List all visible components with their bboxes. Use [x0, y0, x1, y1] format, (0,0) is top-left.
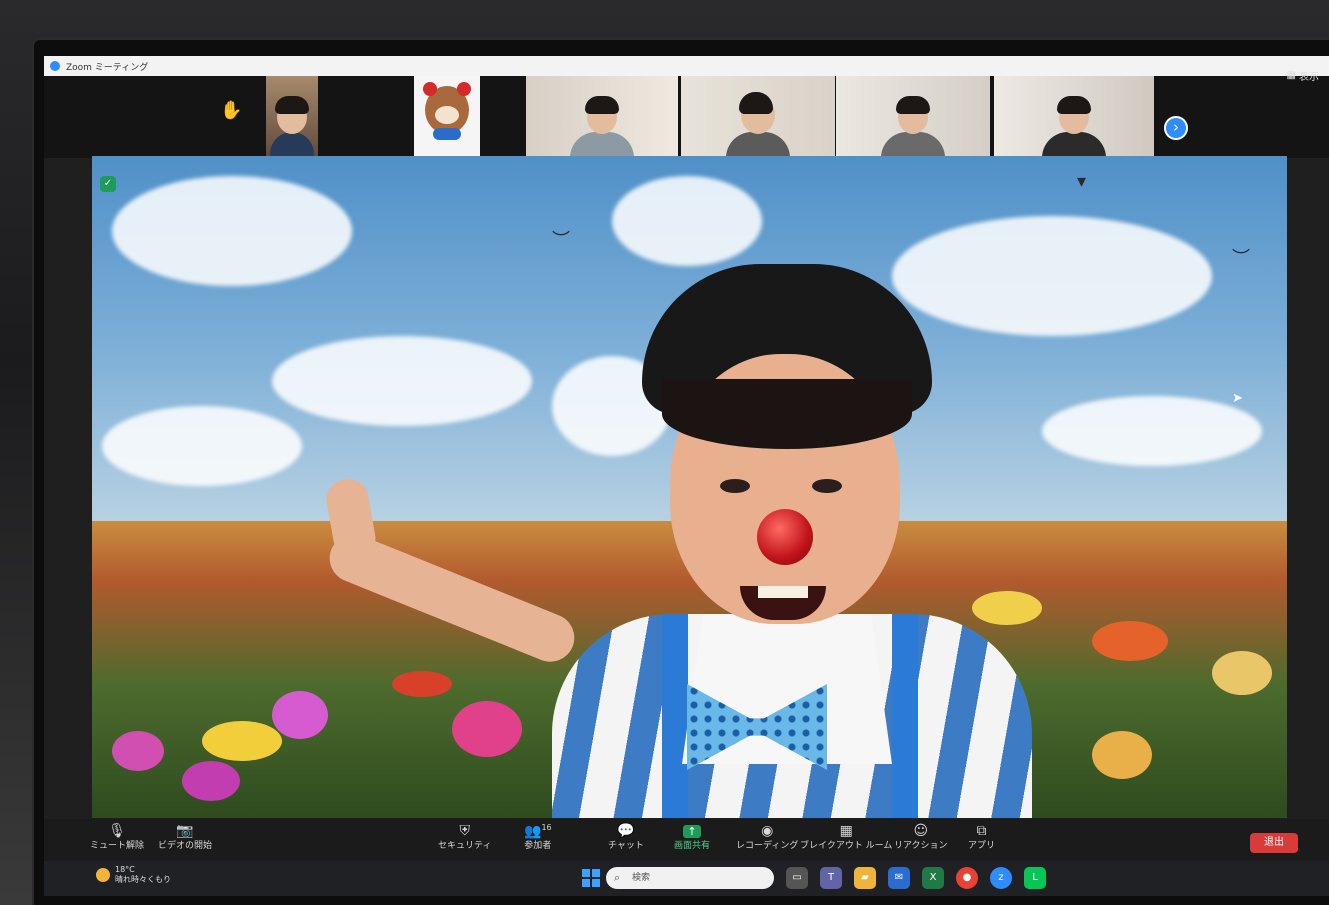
raise-hand-icon: ✋: [220, 100, 243, 121]
search-icon: ⌕: [614, 871, 621, 884]
start-video-button[interactable]: 📷 ビデオの開始: [158, 823, 212, 852]
video-camera-off-icon: 📷: [176, 823, 194, 839]
mute-button[interactable]: 🎙 ミュート解除: [90, 823, 144, 852]
participants-count: 16: [541, 823, 552, 832]
window-title: Zoom ミーティング: [66, 62, 149, 73]
bird-icon: ︶: [552, 230, 570, 251]
participant-video: [1042, 96, 1106, 158]
participant-tile[interactable]: [836, 76, 990, 158]
monitor-screen: Zoom ミーティング ✋ › ▦ 表示 ︶ ︶ ▾ ✓ ➤ 🎙 ミュート解除 …: [44, 56, 1329, 896]
participant-tile[interactable]: [414, 76, 480, 158]
bird-icon: ▾: [1077, 171, 1087, 192]
leave-button[interactable]: 退出: [1250, 833, 1298, 853]
folder-icon[interactable]: ▰: [854, 867, 876, 889]
participant-video: [270, 96, 314, 158]
apps-button[interactable]: ⧉ アプリ: [968, 823, 995, 852]
record-icon: ◉: [761, 823, 774, 839]
grid-icon: ▦: [1286, 70, 1296, 81]
participant-tile[interactable]: [681, 76, 835, 158]
participant-video: [726, 92, 790, 158]
bird-icon: ︶: [1232, 248, 1250, 269]
share-screen-icon: ↑: [674, 823, 710, 841]
reactions-button[interactable]: ☺ リアクション: [894, 823, 948, 852]
file-explorer-icon[interactable]: ▭: [786, 867, 808, 889]
chat-bubble-icon: 💬: [617, 823, 635, 839]
participant-strip: ✋ ›: [44, 76, 1329, 158]
search-placeholder: 検索: [632, 873, 651, 883]
record-button[interactable]: ◉ レコーディング: [736, 823, 798, 852]
line-icon[interactable]: L: [1024, 867, 1046, 889]
windows-start-icon[interactable]: [582, 869, 600, 887]
title-bar: Zoom ミーティング: [44, 56, 1329, 76]
participant-tile[interactable]: [266, 76, 318, 158]
shield-icon: ⛨: [459, 823, 470, 839]
meeting-toolbar: 🎙 ミュート解除 📷 ビデオの開始 ⛨ セキュリティ 👥16 参加者 💬 チャッ…: [44, 819, 1329, 861]
weather-text: 晴れ時々くもり: [115, 874, 171, 884]
taskbar-search[interactable]: ⌕ 検索: [606, 867, 774, 889]
weather-temp: 18°C: [115, 865, 135, 874]
zoom-logo-icon: [50, 61, 60, 71]
weather-widget[interactable]: 18°C 晴れ時々くもり: [96, 865, 171, 884]
mouse-cursor-icon: ➤: [1232, 391, 1243, 406]
smiley-plus-icon: ☺: [913, 823, 929, 839]
chevron-right-icon[interactable]: ›: [1164, 116, 1188, 140]
encryption-shield-icon[interactable]: ✓: [100, 176, 116, 192]
participant-tile[interactable]: [994, 76, 1154, 158]
mail-icon[interactable]: ✉: [888, 867, 910, 889]
zoom-icon[interactable]: z: [990, 867, 1012, 889]
participant-tile[interactable]: [526, 76, 678, 158]
participant-video: [881, 96, 945, 158]
chat-button[interactable]: 💬 チャット: [608, 823, 644, 852]
participants-button[interactable]: 👥16 参加者: [524, 823, 552, 852]
breakout-rooms-icon: ▦: [839, 823, 853, 839]
participants-icon: 👥16: [524, 823, 552, 840]
main-speaker-video: ︶ ︶ ▾ ✓ ➤: [92, 156, 1287, 818]
bear-avatar-icon: [423, 82, 471, 140]
red-nose: [757, 509, 813, 565]
participant-video: [570, 96, 634, 158]
security-button[interactable]: ⛨ セキュリティ: [438, 823, 491, 852]
teams-icon[interactable]: T: [820, 867, 842, 889]
microphone-muted-icon: 🎙: [108, 823, 126, 839]
taskbar-apps: ▭ T ▰ ✉ X ● z L: [786, 867, 1046, 889]
chrome-icon[interactable]: ●: [956, 867, 978, 889]
view-button[interactable]: ▦ 表示: [1287, 68, 1319, 83]
view-label: 表示: [1299, 72, 1319, 83]
excel-icon[interactable]: X: [922, 867, 944, 889]
weather-sun-icon: [96, 867, 110, 882]
apps-icon: ⧉: [976, 823, 987, 839]
speaker-clown: [322, 264, 1032, 818]
share-screen-button[interactable]: ↑ 画面共有: [674, 823, 710, 852]
windows-taskbar: 18°C 晴れ時々くもり ⌕ 検索 ▭ T ▰ ✉ X ● z L: [44, 861, 1329, 896]
breakout-rooms-button[interactable]: ▦ ブレイクアウト ルーム: [800, 823, 892, 852]
